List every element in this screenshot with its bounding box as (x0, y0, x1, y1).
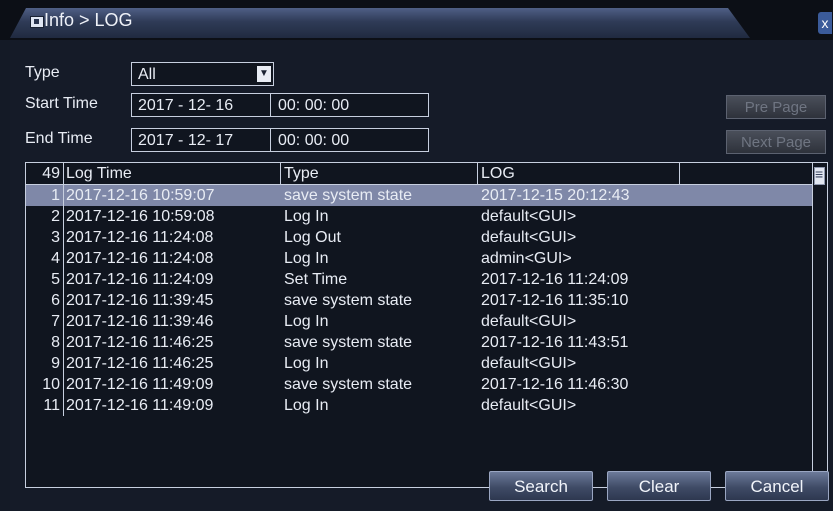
column-divider (63, 206, 64, 227)
table-row[interactable]: 11 2017-12-16 11:49:09 Log In default<GUI> (26, 395, 813, 416)
row-log: default<GUI> (481, 229, 577, 246)
row-log: default<GUI> (481, 397, 577, 414)
type-label: Type (25, 64, 60, 81)
log-count: 49 (42, 165, 60, 182)
content-panel: Type All ▼ Start Time 2017 - 12- 16 00: … (10, 40, 833, 511)
row-type: save system state (284, 376, 413, 393)
row-log-time: 2017-12-16 11:46:25 (66, 334, 214, 351)
row-number: 5 (51, 271, 60, 288)
end-time-label: End Time (25, 130, 93, 147)
type-select[interactable]: All ▼ (131, 62, 274, 86)
row-log: default<GUI> (481, 208, 577, 225)
column-divider (63, 185, 64, 206)
row-log-time: 2017-12-16 10:59:08 (66, 208, 215, 225)
row-type: Log In (284, 313, 329, 330)
clear-button[interactable]: Clear (607, 471, 711, 501)
column-divider (63, 269, 64, 290)
row-log: default<GUI> (481, 313, 577, 330)
cancel-button[interactable]: Cancel (725, 471, 829, 501)
end-date-value[interactable]: 2017 - 12- 17 (138, 129, 233, 153)
row-log-time: 2017-12-16 11:39:45 (66, 292, 214, 309)
next-page-button[interactable]: Next Page (726, 130, 826, 154)
row-type: Log In (284, 397, 329, 414)
start-date-value[interactable]: 2017 - 12- 16 (138, 94, 233, 118)
column-divider (63, 248, 64, 269)
row-type: Log In (284, 250, 329, 267)
column-divider (63, 332, 64, 353)
table-row[interactable]: 8 2017-12-16 11:46:25 save system state 201… (26, 332, 813, 353)
row-type: Log Out (284, 229, 341, 246)
row-log-time: 2017-12-16 11:49:09 (66, 376, 214, 393)
column-divider (63, 311, 64, 332)
column-divider (63, 395, 64, 416)
column-divider (63, 374, 64, 395)
row-log: 2017-12-16 11:35:10 (481, 292, 629, 309)
row-log-time: 2017-12-16 11:24:08 (66, 250, 214, 267)
row-log-time: 2017-12-16 11:39:46 (66, 313, 214, 330)
row-number: 3 (51, 229, 60, 246)
row-log-time: 2017-12-16 11:24:08 (66, 229, 214, 246)
row-number: 11 (43, 397, 60, 414)
end-time-value[interactable]: 00: 00: 00 (278, 129, 349, 153)
chevron-down-icon[interactable]: ▼ (257, 66, 271, 82)
table-row[interactable]: 10 2017-12-16 11:49:09 save system state 20… (26, 374, 813, 395)
type-select-value: All (138, 66, 156, 83)
start-time-field[interactable]: 2017 - 12- 16 00: 00: 00 (131, 93, 429, 117)
prev-page-button[interactable]: Pre Page (726, 95, 826, 119)
column-divider (63, 227, 64, 248)
log-table: 49 Log Time Type LOG 1 2017-12-16 10:59:0… (25, 162, 828, 488)
column-divider (63, 353, 64, 374)
info-icon (30, 16, 44, 28)
row-number: 2 (51, 208, 60, 225)
table-row[interactable]: 6 2017-12-16 11:39:45 save system state 201… (26, 290, 813, 311)
header-type[interactable]: Type (284, 163, 319, 184)
row-type: Log In (284, 208, 329, 225)
row-log: 2017-12-16 11:43:51 (481, 334, 629, 351)
header-log[interactable]: LOG (481, 163, 515, 184)
row-log: default<GUI> (481, 355, 577, 372)
row-log-time: 2017-12-16 11:49:09 (66, 397, 214, 414)
row-type: save system state (284, 187, 413, 204)
table-row[interactable]: 1 2017-12-16 10:59:07 save system state 201… (26, 185, 813, 206)
row-type: save system state (284, 334, 413, 351)
log-window: Info > LOG x Type All ▼ Start Time 2017 … (0, 0, 833, 511)
header-log-time[interactable]: Log Time (66, 163, 132, 184)
start-time-label: Start Time (25, 95, 98, 112)
table-row[interactable]: 2 2017-12-16 10:59:08 Log In default<GUI> (26, 206, 813, 227)
row-log: admin<GUI> (481, 250, 572, 267)
breadcrumb: Info > LOG (44, 10, 133, 30)
start-time-value[interactable]: 00: 00: 00 (278, 94, 349, 118)
row-number: 9 (51, 355, 60, 372)
row-number: 7 (51, 313, 60, 330)
table-row[interactable]: 7 2017-12-16 11:39:46 Log In default<GUI> (26, 311, 813, 332)
table-row[interactable]: 9 2017-12-16 11:46:25 Log In default<GUI> (26, 353, 813, 374)
row-log: 2017-12-16 11:24:09 (481, 271, 629, 288)
table-row[interactable]: 5 2017-12-16 11:24:09 Set Time 2017-12-16 1… (26, 269, 813, 290)
title-bar: Info > LOG x (0, 0, 833, 40)
row-log: 2017-12-16 11:46:30 (481, 376, 629, 393)
close-button[interactable]: x (818, 12, 832, 34)
column-divider (63, 290, 64, 311)
field-divider (270, 129, 271, 151)
row-log-time: 2017-12-16 10:59:07 (66, 187, 215, 204)
end-time-field[interactable]: 2017 - 12- 17 00: 00: 00 (131, 128, 429, 152)
scrollbar[interactable] (812, 163, 827, 487)
row-log-time: 2017-12-16 11:46:25 (66, 355, 214, 372)
scroll-thumb[interactable] (814, 166, 825, 185)
field-divider (270, 94, 271, 116)
row-type: Log In (284, 355, 329, 372)
row-log: 2017-12-15 20:12:43 (481, 187, 630, 204)
row-log-time: 2017-12-16 11:24:09 (66, 271, 214, 288)
row-number: 8 (51, 334, 60, 351)
row-number: 4 (51, 250, 60, 267)
row-type: Set Time (284, 271, 348, 288)
table-row[interactable]: 4 2017-12-16 11:24:08 Log In admin<GUI> (26, 248, 813, 269)
row-number: 1 (51, 187, 60, 204)
row-number: 6 (51, 292, 60, 309)
table-row[interactable]: 3 2017-12-16 11:24:08 Log Out default<GUI> (26, 227, 813, 248)
search-button[interactable]: Search (489, 471, 593, 501)
row-number: 10 (42, 376, 60, 393)
table-header: 49 Log Time Type LOG (26, 163, 813, 185)
row-type: save system state (284, 292, 413, 309)
